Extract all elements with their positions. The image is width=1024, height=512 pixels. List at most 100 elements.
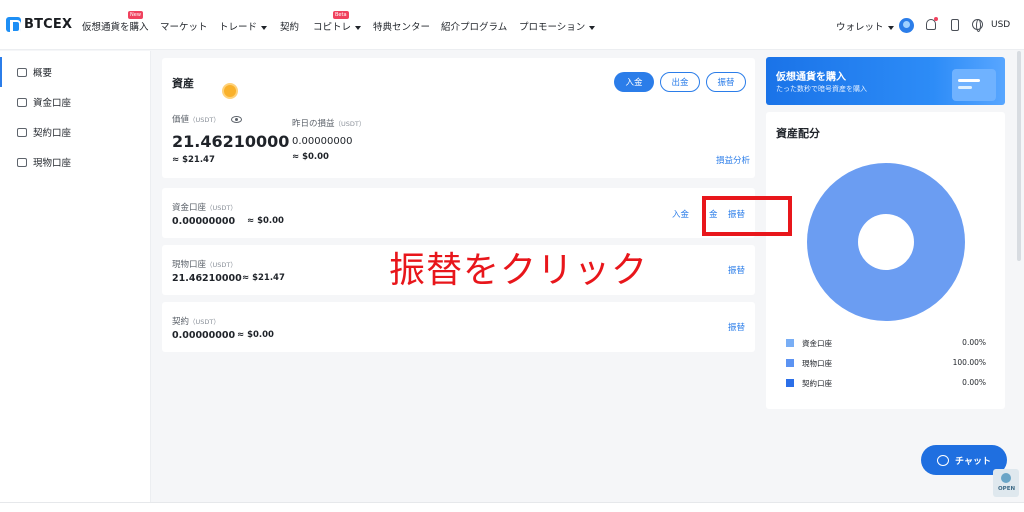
account-approx: ≈ $0.00 [247, 216, 284, 226]
nav-promotion-label: プロモーション [519, 22, 586, 33]
account-value: 0.00000000 [172, 216, 236, 227]
account-approx: ≈ $0.00 [237, 330, 274, 340]
total-value-approx: ≈ $21.47 [172, 155, 215, 165]
account-label-text: 契約 [172, 317, 190, 327]
account-deposit-link[interactable]: 入金 [672, 208, 689, 220]
logo-text: BTCEX [24, 17, 73, 32]
new-badge: New [128, 11, 143, 19]
chevron-down-icon [887, 25, 894, 30]
account-value: 0.00000000 [172, 330, 236, 341]
chevron-down-icon [589, 25, 596, 30]
pnl-label: 昨日の損益（USDT） [292, 117, 365, 129]
scrollbar[interactable] [1017, 51, 1021, 261]
nav-market[interactable]: マーケット [160, 19, 208, 33]
assets-title: 資産 [172, 77, 194, 90]
sidebar: 概要 資金口座 契約口座 現物口座 [0, 51, 151, 502]
chevron-down-icon [355, 25, 362, 30]
account-unit: （USDT） [189, 318, 220, 326]
buy-crypto-banner[interactable]: 仮想通貨を購入 たった数秒で暗号資産を購入 [766, 57, 1005, 105]
legend-name: 資金口座 [802, 339, 832, 348]
pnl-label-text: 昨日の損益 [292, 119, 335, 129]
top-nav: BTCEX 仮想通貨を購入 New マーケット トレード 契約 コピトレ Bet… [0, 0, 1024, 50]
annotation-text: 振替をクリック [389, 250, 649, 291]
mobile-app-icon[interactable] [951, 19, 959, 31]
nav-buy-crypto[interactable]: 仮想通貨を購入 [82, 19, 149, 33]
sidebar-item-label: 概要 [33, 68, 53, 79]
legend-pct: 0.00% [962, 378, 986, 387]
spot-account-icon [17, 157, 27, 167]
nav-copy-trade[interactable]: コピトレ [313, 19, 362, 33]
nav-rewards-center[interactable]: 特典センター [373, 19, 430, 33]
banner-title: 仮想通貨を購入 [776, 72, 846, 83]
value-label: 価値（USDT） [172, 113, 220, 125]
account-label: 現物口座（USDT） [172, 258, 237, 270]
pnl-approx: ≈ $0.00 [292, 152, 329, 162]
donut-chart [807, 163, 965, 321]
account-value: 21.46210000 [172, 273, 242, 284]
contract-account-icon [17, 127, 27, 137]
total-value: 21.46210000 [172, 132, 290, 151]
sidebar-item-contract-account[interactable]: 契約口座 [0, 117, 151, 147]
transfer-button[interactable]: 振替 [706, 72, 746, 92]
donut-hole [858, 214, 914, 270]
banner-subtitle: たった数秒で暗号資産を購入 [776, 85, 867, 93]
wallet-menu[interactable]: ウォレット [836, 19, 894, 33]
sidebar-item-label: 契約口座 [33, 128, 72, 139]
logo[interactable]: BTCEX [6, 17, 73, 33]
account-transfer-link[interactable]: 振替 [728, 321, 745, 333]
account-label: 資金口座（USDT） [172, 201, 237, 213]
legend-name: 現物口座 [802, 359, 832, 368]
legend-swatch [786, 359, 794, 367]
sidebar-item-label: 現物口座 [33, 158, 72, 169]
distribution-title: 資産配分 [776, 127, 820, 140]
sidebar-item-label: 資金口座 [33, 98, 72, 109]
account-unit: （USDT） [206, 204, 237, 212]
account-label-text: 資金口座 [172, 203, 207, 213]
funding-account-icon [17, 97, 27, 107]
avatar[interactable] [899, 18, 914, 33]
chat-bubble-icon [937, 454, 950, 466]
legend-item: 契約口座 0.00% [786, 378, 986, 390]
legend-pct: 0.00% [962, 338, 986, 347]
sidebar-item-overview[interactable]: 概要 [0, 57, 151, 87]
chat-label: チャット [955, 456, 991, 467]
wallet-label: ウォレット [836, 22, 884, 33]
account-approx: ≈ $21.47 [242, 273, 285, 283]
funding-account-card: 資金口座（USDT） 0.00000000 ≈ $0.00 入金 金 振替 [162, 188, 755, 238]
asset-distribution-card: 資産配分 資金口座 0.00% 現物口座 100.00% 契約口座 0.00% [766, 112, 1005, 409]
globe-icon[interactable] [972, 19, 983, 32]
nav-referral[interactable]: 紹介プログラム [441, 19, 507, 33]
account-transfer-link[interactable]: 振替 [728, 264, 745, 276]
bottom-strip [0, 502, 1024, 512]
overview-icon [17, 67, 27, 77]
logo-icon [6, 17, 21, 33]
currency-selector[interactable]: USD [991, 20, 1010, 30]
sidebar-item-funding-account[interactable]: 資金口座 [0, 87, 151, 117]
nav-contract[interactable]: 契約 [280, 19, 299, 33]
legend-swatch [786, 339, 794, 347]
eye-icon[interactable] [231, 116, 242, 123]
value-label-text: 価値 [172, 115, 190, 125]
coin-icon [222, 83, 238, 99]
legend-swatch [786, 379, 794, 387]
value-unit: （USDT） [189, 116, 220, 124]
pnl-unit: （USDT） [334, 120, 366, 128]
sidebar-item-spot-account[interactable]: 現物口座 [0, 147, 151, 177]
chevron-down-icon [261, 25, 268, 30]
open-widget[interactable]: OPEN [993, 469, 1019, 497]
account-label: 契約（USDT） [172, 315, 220, 327]
legend-item: 資金口座 0.00% [786, 338, 986, 350]
account-label-text: 現物口座 [172, 260, 207, 270]
nav-trade[interactable]: トレード [219, 19, 268, 33]
beta-badge: Beta [333, 11, 349, 19]
contract-account-card: 契約（USDT） 0.00000000 ≈ $0.00 振替 [162, 302, 755, 352]
legend-item: 現物口座 100.00% [786, 358, 986, 370]
withdraw-button[interactable]: 出金 [660, 72, 700, 92]
nav-promotion[interactable]: プロモーション [519, 19, 596, 33]
pnl-value: 0.00000000 [292, 136, 353, 147]
notification-dot [934, 17, 938, 21]
assets-card: 資産 入金 出金 振替 価値（USDT） 21.46210000 ≈ $21.4… [162, 58, 755, 178]
pnl-analysis-link[interactable]: 損益分析 [716, 154, 750, 166]
legend-name: 契約口座 [802, 379, 832, 388]
deposit-button[interactable]: 入金 [614, 72, 654, 92]
